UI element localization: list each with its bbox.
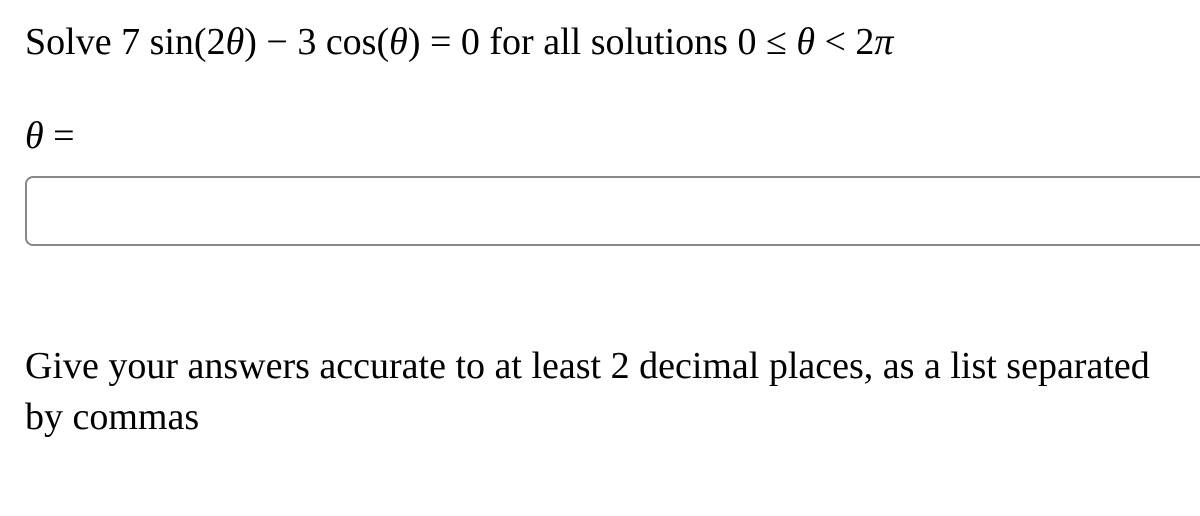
answer-input[interactable]	[25, 176, 1200, 246]
question-text: Solve 7 sin(2θ) − 3 cos(θ) = 0 for all s…	[25, 20, 1190, 64]
question-middle: for all solutions	[480, 21, 738, 63]
instruction-text: Give your answers accurate to at least 2…	[25, 341, 1190, 444]
range: 0 ≤ θ < 2π	[737, 21, 893, 63]
answer-label: θ =	[25, 114, 1190, 158]
equation: 7 sin(2θ) − 3 cos(θ) = 0	[121, 21, 480, 63]
question-prefix: Solve	[25, 21, 121, 63]
